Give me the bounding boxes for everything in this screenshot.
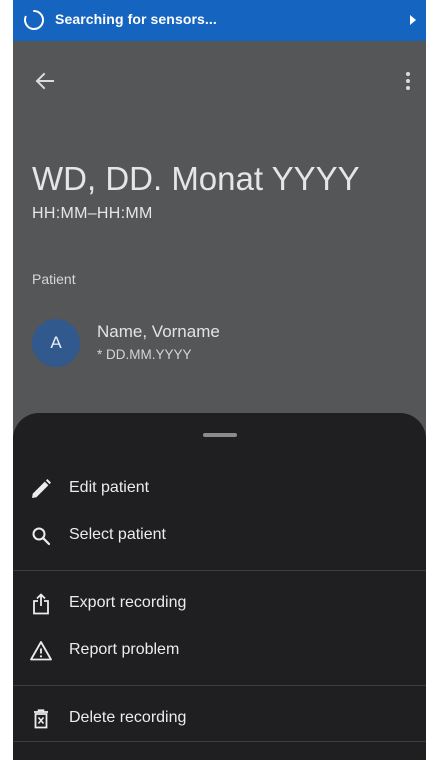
menu-item-export-recording[interactable]: Export recording (13, 582, 426, 626)
patient-section-label: Patient (32, 271, 76, 287)
menu-item-delete-recording[interactable]: Delete recording (13, 697, 426, 741)
spinner-icon (24, 10, 45, 30)
sensor-search-banner[interactable]: Searching for sensors... (13, 0, 426, 41)
menu-divider (13, 741, 426, 742)
menu-item-select-patient[interactable]: Select patient (13, 514, 426, 558)
menu-label: Report problem (69, 641, 180, 658)
recording-time-range: HH:MM–HH:MM (32, 205, 153, 222)
delete-icon (34, 709, 48, 729)
search-icon (32, 527, 51, 546)
menu-label: Delete recording (69, 709, 187, 726)
more-vertical-icon[interactable] (396, 69, 420, 93)
menu-divider (13, 570, 426, 571)
patient-birth-date: * DD.MM.YYYY (97, 347, 192, 362)
avatar: A (32, 319, 80, 367)
sensor-search-text: Searching for sensors... (55, 11, 217, 27)
arrow-back-icon[interactable] (33, 69, 57, 93)
warning-icon (30, 641, 52, 661)
menu-divider (13, 685, 426, 686)
bottom-sheet: Edit patient Select patient Export recor… (13, 413, 426, 760)
sheet-drag-handle[interactable] (203, 433, 237, 437)
menu-label: Select patient (69, 526, 166, 543)
app-screen: Searching for sensors... WD, DD. Monat Y… (13, 0, 426, 760)
menu-item-report-problem[interactable]: Report problem (13, 629, 426, 673)
menu-item-edit-patient[interactable]: Edit patient (13, 467, 426, 511)
caret-right-icon[interactable] (408, 13, 418, 27)
menu-label: Export recording (69, 594, 187, 611)
share-export-icon (33, 593, 49, 615)
pencil-icon (32, 479, 51, 498)
patient-name: Name, Vorname (97, 322, 220, 341)
recording-date-title: WD, DD. Monat YYYY (32, 160, 360, 197)
menu-label: Edit patient (69, 479, 150, 496)
